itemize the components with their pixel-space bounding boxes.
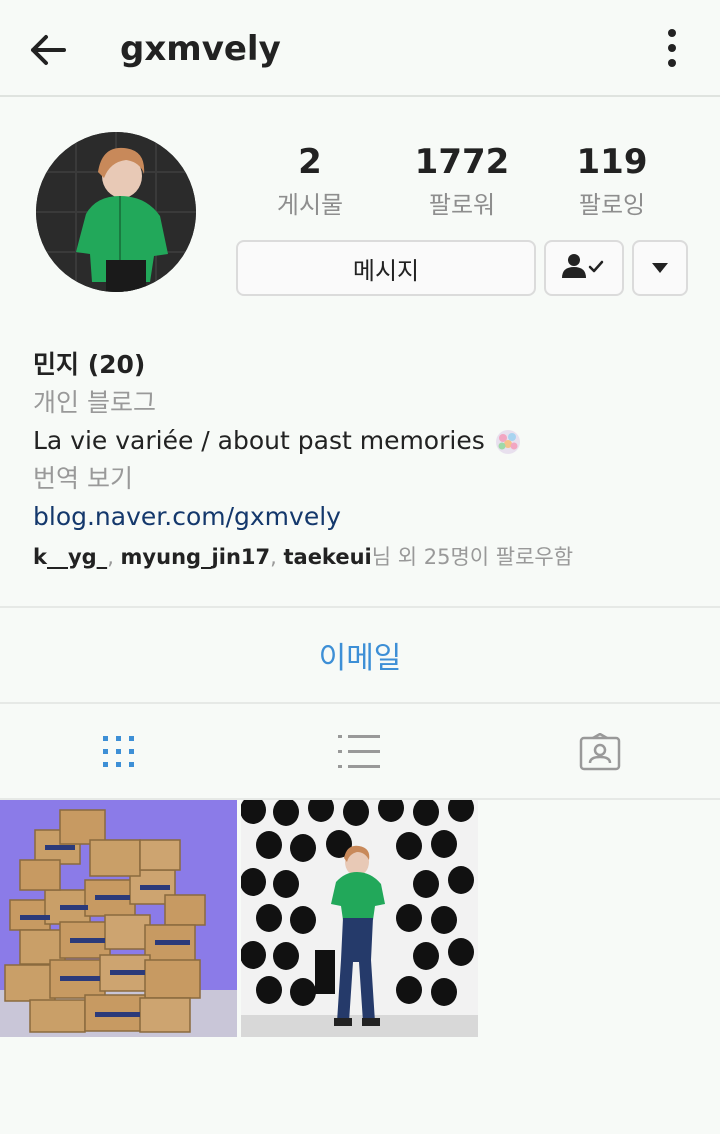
profile-full-name: 민지 (20) — [33, 350, 146, 379]
followed-by-suffix: 님 외 25명이 팔로우함 — [371, 545, 574, 569]
following-button[interactable] — [544, 240, 624, 296]
followed-by-separator: , — [270, 545, 284, 569]
more-vertical-icon[interactable] — [650, 26, 694, 70]
bouquet-icon — [493, 427, 523, 457]
grid-icon[interactable] — [97, 730, 141, 774]
suggested-dropdown-button[interactable] — [632, 240, 688, 296]
list-icon[interactable] — [337, 730, 381, 774]
triangle-down-icon — [651, 259, 669, 278]
profile-bio: 민지 (20) 개인 블로그 La vie variée / about pas… — [33, 346, 693, 574]
profile-tabs — [0, 704, 720, 800]
profile-username: gxmvely — [120, 29, 281, 69]
person-check-icon — [562, 253, 606, 283]
followed-by-user[interactable]: myung_jin17 — [121, 545, 271, 569]
profile-avatar[interactable] — [36, 132, 196, 292]
following-label: 팔로잉 — [578, 191, 646, 219]
tagged-icon[interactable] — [578, 730, 622, 774]
followed-by-user[interactable]: taekeui — [283, 545, 371, 569]
posts-label: 게시물 — [276, 191, 344, 219]
top-bar: gxmvely — [0, 0, 720, 97]
website-link[interactable]: blog.naver.com/gxmvely — [33, 498, 693, 536]
followers-label: 팔로워 — [428, 191, 496, 219]
followed-by-separator: , — [107, 545, 121, 569]
profile-description: La vie variée / about past memories — [33, 426, 485, 455]
followed-by-line[interactable]: k__yg_, myung_jin17, taekeui님 외 25명이 팔로우… — [33, 540, 693, 574]
translate-link[interactable]: 번역 보기 — [33, 460, 693, 498]
post-thumbnail[interactable] — [241, 800, 478, 1037]
profile-category: 개인 블로그 — [33, 388, 156, 417]
following-count: 119 — [576, 142, 648, 182]
followers-stat[interactable]: 1772 팔로워 — [392, 140, 532, 220]
message-button-label: 메시지 — [352, 256, 420, 285]
email-label: 이메일 — [318, 641, 402, 676]
followers-count: 1772 — [414, 142, 510, 182]
posts-count: 2 — [298, 142, 322, 182]
email-contact-button[interactable]: 이메일 — [0, 606, 720, 704]
message-button[interactable]: 메시지 — [236, 240, 536, 296]
back-arrow-icon[interactable] — [26, 28, 70, 72]
profile-description-line: La vie variée / about past memories — [33, 422, 693, 460]
followed-by-user[interactable]: k__yg_ — [33, 545, 107, 569]
following-stat[interactable]: 119 팔로잉 — [542, 140, 682, 220]
post-thumbnail[interactable] — [0, 800, 237, 1037]
posts-stat[interactable]: 2 게시물 — [240, 140, 380, 220]
